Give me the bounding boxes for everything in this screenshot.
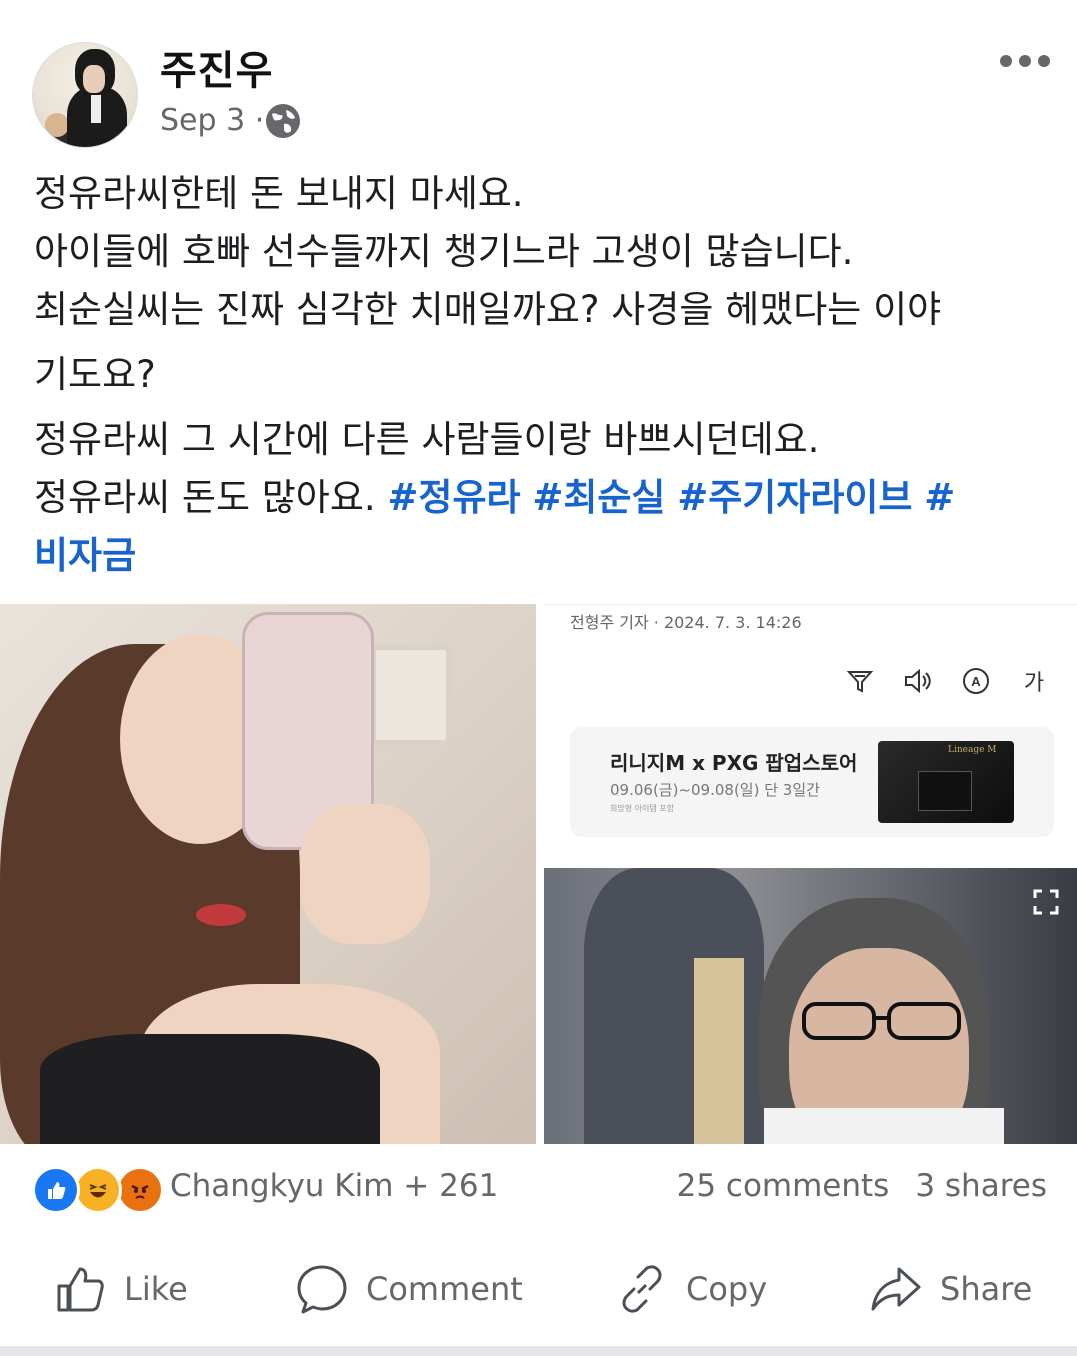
post-line: 아이들에 호빠 선수들까지 챙기느라 고생이 많습니다. <box>34 230 854 273</box>
post-text: 정유라씨한테 돈 보내지 마세요. 아이들에 호빠 선수들까지 챙기느라 고생이… <box>34 165 1054 585</box>
post-photo-left[interactable] <box>0 604 536 1144</box>
share-button[interactable]: Share <box>870 1259 1032 1319</box>
comment-label: Comment <box>366 1270 523 1308</box>
like-button[interactable]: Like <box>54 1259 188 1319</box>
photo-collar <box>764 1108 1004 1144</box>
photo-dress <box>40 1034 380 1144</box>
link-icon <box>622 1265 662 1313</box>
ad-thumb-logo: Lineage M <box>948 745 997 755</box>
shares-count[interactable]: 3 shares <box>915 1168 1047 1204</box>
more-dots-icon[interactable] <box>1000 50 1056 72</box>
author-avatar[interactable] <box>32 42 138 148</box>
photo-hand <box>300 804 430 944</box>
copy-label: Copy <box>686 1270 768 1308</box>
ad-note: 희망형 아이템 포함 <box>610 804 674 813</box>
news-meta: 전형주 기자 · 2024. 7. 3. 14:26 <box>570 613 802 632</box>
engagement-counts: 25 comments 3 shares <box>677 1168 1047 1204</box>
action-bar: Like Comment Copy Share <box>0 1252 1077 1326</box>
like-reaction-icon <box>32 1166 80 1214</box>
post-photo-portrait[interactable] <box>544 868 1077 1144</box>
hashtag-link[interactable]: 비자금 <box>34 534 136 577</box>
avatar-figure-face <box>83 65 105 93</box>
post-date[interactable]: Sep 3 · <box>160 103 264 138</box>
ad-banner: 리니지M x PXG 팝업스토어 09.06(금)~09.08(일) 단 3일간… <box>570 727 1054 837</box>
hashtag-link[interactable]: #정유라 <box>387 476 520 519</box>
news-toolbar: A 가 <box>844 665 1050 697</box>
photo-tie <box>694 958 744 1144</box>
post-line: 정유라씨한테 돈 보내지 마세요. <box>34 172 524 215</box>
photo-lips <box>196 904 246 926</box>
hashtag-link[interactable]: # <box>924 476 955 519</box>
post-photo-news-screenshot[interactable]: 전형주 기자 · 2024. 7. 3. 14:26 A 가 리니지M x PX… <box>544 604 1077 861</box>
ad-date: 09.06(금)~09.08(일) 단 3일간 <box>610 781 820 799</box>
svg-text:A: A <box>971 674 981 689</box>
author-name[interactable]: 주진우 <box>160 38 273 96</box>
post-line: 정유라씨 그 시간에 다른 사람들이랑 바쁘시던데요. <box>34 418 820 461</box>
comment-icon <box>297 1265 347 1314</box>
font-size-icon: 가 <box>1023 671 1045 696</box>
expand-icon[interactable] <box>1032 888 1060 916</box>
filter-icon <box>844 665 876 697</box>
comment-button[interactable]: Comment <box>296 1259 523 1319</box>
angry-reaction-icon <box>116 1166 164 1214</box>
translate-icon: A <box>960 665 992 697</box>
copy-button[interactable]: Copy <box>616 1259 767 1319</box>
reaction-icons[interactable] <box>32 1166 164 1214</box>
share-label: Share <box>940 1270 1033 1308</box>
ad-title: 리니지M x PXG 팝업스토어 <box>610 751 858 775</box>
ad-thumbnail: Lineage M <box>878 741 1014 823</box>
post-line: 최순실씨는 진짜 심각한 치매일까요? 사경을 헤맸다는 이야 <box>34 288 942 331</box>
post-line-with-hashtags: 정유라씨 돈도 많아요. #정유라 #최순실 #주기자라이브 # <box>34 469 1054 527</box>
post-line: 정유라씨 돈도 많아요. <box>34 476 376 519</box>
reactors-summary[interactable]: Changkyu Kim + 261 <box>170 1168 498 1204</box>
wall-fixture <box>370 644 452 746</box>
hashtag-link[interactable]: #최순실 <box>532 476 665 519</box>
photo-glasses <box>802 1002 961 1040</box>
comments-count[interactable]: 25 comments <box>677 1168 890 1204</box>
like-icon <box>57 1267 104 1312</box>
hashtag-link[interactable]: #주기자라이브 <box>677 476 912 519</box>
share-icon <box>871 1267 921 1311</box>
like-label: Like <box>124 1270 188 1308</box>
globe-icon[interactable] <box>264 102 302 140</box>
post-divider <box>0 1346 1077 1356</box>
speaker-icon <box>902 665 934 697</box>
post-line: 비자금 <box>34 527 1054 585</box>
haha-reaction-icon <box>74 1166 122 1214</box>
post-line: 기도요? <box>34 353 156 396</box>
avatar-figure-shirt <box>91 93 101 123</box>
avatar-bg-head <box>45 113 69 137</box>
